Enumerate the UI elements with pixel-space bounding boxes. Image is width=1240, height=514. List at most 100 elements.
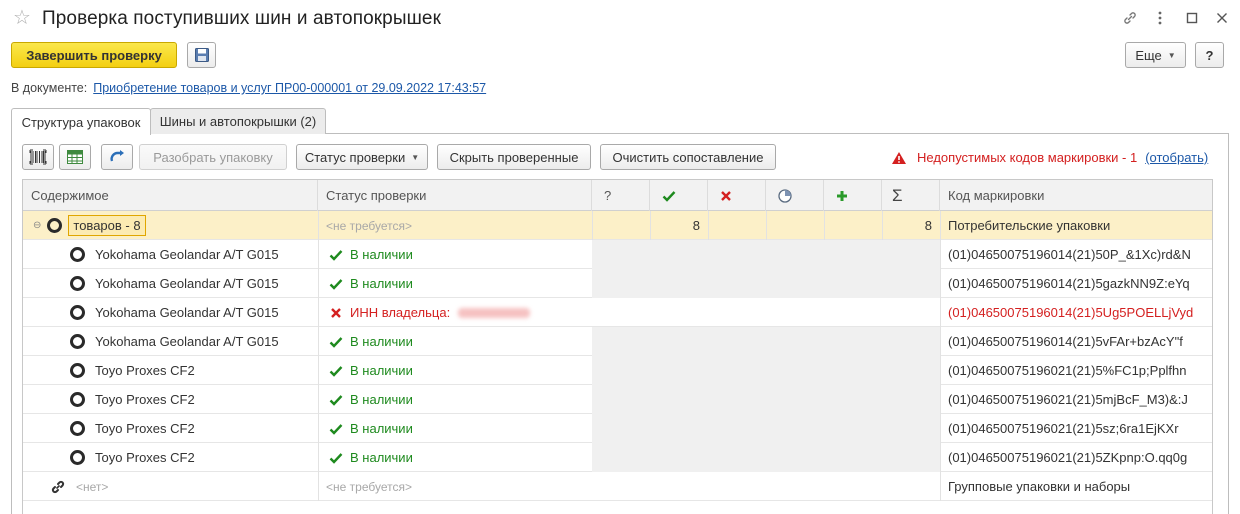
title-bar: ☆ Проверка поступивших шин и автопокрыше… xyxy=(0,0,1240,38)
refresh-button[interactable] xyxy=(101,144,133,170)
item-status-text: В наличии xyxy=(350,392,413,407)
barcode-icon xyxy=(29,149,47,165)
package-ring-icon xyxy=(70,334,85,349)
item-name: Yokohama Geolandar A/T G015 xyxy=(95,276,279,291)
package-ring-icon xyxy=(70,450,85,465)
item-status-error: ИНН владельца: xyxy=(328,298,588,327)
header-partial[interactable] xyxy=(766,180,824,211)
favorite-star-icon[interactable]: ☆ xyxy=(13,8,31,28)
check-status-button[interactable]: Статус проверки ▼ xyxy=(296,144,428,170)
checkmark-icon xyxy=(329,394,343,406)
spreadsheet-icon xyxy=(67,150,83,164)
load-from-tsd-button[interactable] xyxy=(59,144,91,170)
more-icon[interactable] xyxy=(1150,8,1170,28)
item-content: Yokohama Geolandar A/T G015 xyxy=(70,298,318,327)
group-checked-count: 8 xyxy=(692,218,700,233)
scan-barcode-button[interactable] xyxy=(22,144,54,170)
package-ring-icon xyxy=(70,363,85,378)
header-unknown[interactable]: ? xyxy=(592,180,650,211)
group-packages-name: <нет> xyxy=(76,479,109,494)
package-structure-table: Содержимое Статус проверки ? Σ Код марки… xyxy=(22,179,1213,514)
table-row[interactable]: Yokohama Geolandar A/T G015 В наличии (0… xyxy=(23,269,1212,298)
package-ring-icon xyxy=(70,421,85,436)
checkmark-icon xyxy=(329,365,343,377)
item-content: Yokohama Geolandar A/T G015 xyxy=(70,327,318,356)
item-name: Toyo Proxes CF2 xyxy=(95,392,195,407)
item-status-text: В наличии xyxy=(350,334,413,349)
group-row[interactable]: ⊖ товаров - 8 <не требуется> 8 8 Потреби… xyxy=(23,211,1212,240)
table-row[interactable]: Yokohama Geolandar A/T G015 ИНН владельц… xyxy=(23,298,1212,327)
header-code[interactable]: Код маркировки xyxy=(940,180,1212,211)
item-status-text: ИНН владельца: xyxy=(350,305,451,320)
document-link[interactable]: Приобретение товаров и услуг ПР00-000001… xyxy=(93,81,486,95)
header-sum[interactable]: Σ xyxy=(882,180,940,211)
item-content: Toyo Proxes CF2 xyxy=(70,443,318,472)
warning-text: Недопустимых кодов маркировки - 1 xyxy=(917,150,1138,165)
package-ring-icon xyxy=(70,305,85,320)
close-icon[interactable] xyxy=(1212,8,1232,28)
item-code: (01)04650075196021(21)5ZKpnp:O.qq0g xyxy=(948,450,1188,465)
item-status-text: В наличии xyxy=(350,276,413,291)
item-name: Yokohama Geolandar A/T G015 xyxy=(95,247,279,262)
clear-mapping-button[interactable]: Очистить сопоставление xyxy=(600,144,776,170)
maximize-icon[interactable] xyxy=(1182,8,1202,28)
checkmark-icon xyxy=(329,336,343,348)
unpack-button[interactable]: Разобрать упаковку xyxy=(139,144,287,170)
tab-tires[interactable]: Шины и автопокрышки (2) xyxy=(150,108,326,134)
more-button[interactable]: Еще ▼ xyxy=(1125,42,1186,68)
package-ring-icon xyxy=(47,218,63,233)
table-header: Содержимое Статус проверки ? Σ Код марки… xyxy=(23,180,1212,211)
group-total-count: 8 xyxy=(924,218,932,233)
checkmark-icon xyxy=(662,190,676,202)
more-label: Еще xyxy=(1135,47,1162,63)
group-code: Потребительские упаковки xyxy=(948,218,1111,233)
header-status[interactable]: Статус проверки xyxy=(318,180,592,211)
group-packages-status: <не требуется> xyxy=(326,479,412,494)
header-checked[interactable] xyxy=(650,180,708,211)
item-name: Toyo Proxes CF2 xyxy=(95,363,195,378)
item-name: Toyo Proxes CF2 xyxy=(95,450,195,465)
link-icon[interactable] xyxy=(1120,8,1140,28)
checkmark-icon xyxy=(329,278,343,290)
package-ring-icon xyxy=(70,392,85,407)
header-rejected[interactable] xyxy=(708,180,766,211)
table-row[interactable]: Toyo Proxes CF2 В наличии (01)0465007519… xyxy=(23,414,1212,443)
item-status-text: В наличии xyxy=(350,421,413,436)
table-row[interactable]: Toyo Proxes CF2 В наличии (01)0465007519… xyxy=(23,356,1212,385)
item-status: В наличии xyxy=(328,240,588,269)
item-name: Yokohama Geolandar A/T G015 xyxy=(95,334,279,349)
collapse-icon[interactable]: ⊖ xyxy=(33,220,41,231)
item-status-text: В наличии xyxy=(350,363,413,378)
item-status: В наличии xyxy=(328,356,588,385)
cross-icon xyxy=(721,190,731,201)
plus-icon xyxy=(837,190,847,201)
checkmark-icon xyxy=(329,452,343,464)
item-status: В наличии xyxy=(328,269,588,298)
redacted-inn xyxy=(458,307,531,318)
tab-package-structure[interactable]: Структура упаковок xyxy=(11,108,151,135)
chevron-down-icon: ▼ xyxy=(1167,50,1176,60)
table-row[interactable]: Toyo Proxes CF2 В наличии (01)0465007519… xyxy=(23,443,1212,472)
group-packages-content: <нет> xyxy=(50,472,318,501)
finish-check-button[interactable]: Завершить проверку xyxy=(11,42,177,68)
header-added[interactable] xyxy=(824,180,882,211)
item-name: Toyo Proxes CF2 xyxy=(95,421,195,436)
table-row[interactable]: Yokohama Geolandar A/T G015 В наличии (0… xyxy=(23,240,1212,269)
group-content-cell: ⊖ товаров - 8 xyxy=(33,211,318,240)
save-icon xyxy=(194,48,209,62)
item-code: (01)04650075196021(21)5sz;6ra1EjKXr xyxy=(948,421,1179,436)
group-packages-row[interactable]: <нет> <не требуется> Групповые упаковки … xyxy=(23,472,1212,501)
item-code: (01)04650075196021(21)5mjBcF_M3)&:J xyxy=(948,392,1188,407)
package-ring-icon xyxy=(70,247,85,262)
save-button[interactable] xyxy=(187,42,216,68)
checkmark-icon xyxy=(329,423,343,435)
help-button[interactable]: ? xyxy=(1195,42,1224,68)
table-row[interactable]: Yokohama Geolandar A/T G015 В наличии (0… xyxy=(23,327,1212,356)
hide-checked-button[interactable]: Скрыть проверенные xyxy=(437,144,591,170)
item-code: (01)04650075196014(21)50P_&1Xc)rd&N xyxy=(948,247,1191,262)
item-status: В наличии xyxy=(328,443,588,472)
header-content[interactable]: Содержимое xyxy=(23,180,318,211)
filter-link[interactable]: (отобрать) xyxy=(1145,150,1208,165)
table-row[interactable]: Toyo Proxes CF2 В наличии (01)0465007519… xyxy=(23,385,1212,414)
document-prefix: В документе: xyxy=(11,81,88,95)
